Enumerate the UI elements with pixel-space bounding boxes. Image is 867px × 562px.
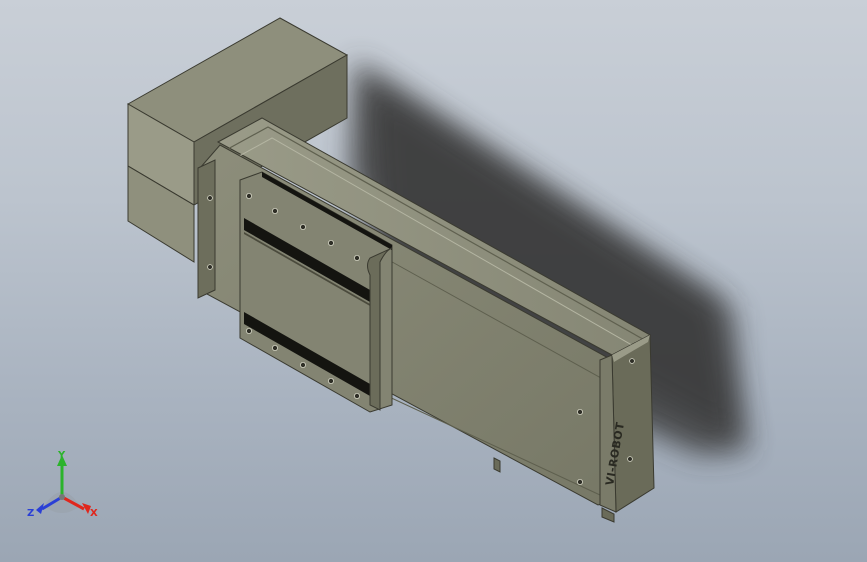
x-axis-label: X [90, 508, 98, 519]
z-axis-label: Z [27, 508, 34, 519]
y-axis-label: Y [57, 450, 66, 461]
axis-triad[interactable]: Y X Z [27, 450, 98, 519]
cad-model-view[interactable]: VI-ROBOT Y X Z [0, 0, 867, 562]
3d-viewport[interactable]: VI-ROBOT Y X Z [0, 0, 867, 562]
